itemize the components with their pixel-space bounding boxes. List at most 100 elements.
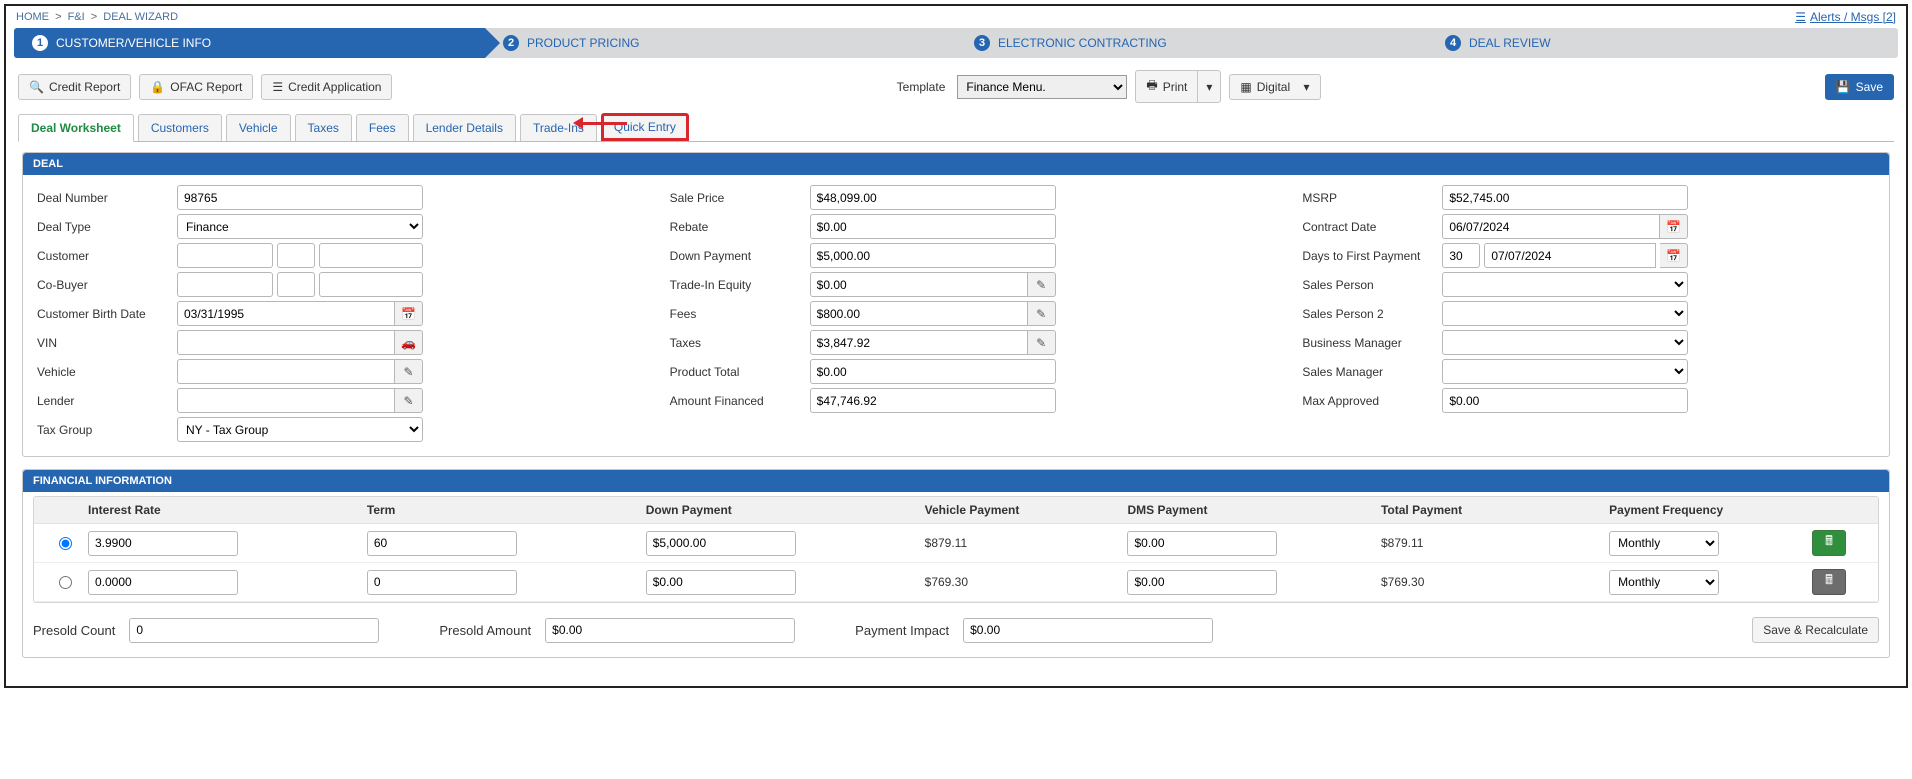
taxes-input[interactable] [810, 330, 1028, 355]
deal-type-select[interactable]: Finance [177, 214, 423, 239]
breadcrumb: HOME > F&I > DEAL WIZARD [16, 11, 178, 23]
wizard-step-3[interactable]: 3ELECTRONIC CONTRACTING [956, 28, 1427, 58]
customer-last-input[interactable] [319, 243, 423, 268]
term-input-0[interactable] [367, 531, 517, 556]
dms-input-1[interactable] [1127, 570, 1277, 595]
calendar-icon[interactable]: 📅 [1660, 243, 1688, 268]
rebate-input[interactable] [810, 214, 1056, 239]
tab-taxes[interactable]: Taxes [295, 114, 352, 141]
label-sales-person2: Sales Person 2 [1302, 307, 1442, 321]
print-icon: 🖶 [1146, 76, 1157, 97]
sales-manager-select[interactable] [1442, 359, 1688, 384]
col-freq: Payment Frequency [1609, 503, 1812, 517]
trade-in-input[interactable] [810, 272, 1028, 297]
fin-row-radio-1[interactable] [59, 576, 72, 589]
alerts-link[interactable]: ☰Alerts / Msgs [2] [1795, 10, 1896, 24]
vin-input[interactable] [177, 330, 395, 355]
chevron-down-icon: ▾ [1303, 80, 1309, 94]
document-icon: ☰ [272, 80, 283, 94]
label-sales-person: Sales Person [1302, 278, 1442, 292]
sale-price-input[interactable] [810, 185, 1056, 210]
rate-input-1[interactable] [88, 570, 238, 595]
cobuyer-mi-input[interactable] [277, 272, 315, 297]
calc-button-0[interactable]: 🖩 [1812, 530, 1846, 556]
label-amount-financed: Amount Financed [670, 394, 810, 408]
vehicle-input[interactable] [177, 359, 395, 384]
deal-number-input[interactable] [177, 185, 423, 210]
fees-input[interactable] [810, 301, 1028, 326]
down-input-1[interactable] [646, 570, 796, 595]
down-input-0[interactable] [646, 531, 796, 556]
calendar-icon[interactable]: 📅 [395, 301, 423, 326]
print-button[interactable]: 🖶Print [1135, 70, 1197, 103]
save-button[interactable]: 💾Save [1825, 74, 1894, 100]
col-down: Down Payment [646, 503, 925, 517]
customer-first-input[interactable] [177, 243, 273, 268]
days-input[interactable] [1442, 243, 1480, 268]
label-sale-price: Sale Price [670, 191, 810, 205]
save-recalculate-button[interactable]: Save & Recalculate [1752, 617, 1879, 643]
wizard-step-1[interactable]: 1CUSTOMER/VEHICLE INFO [14, 28, 485, 58]
sales-person-select[interactable] [1442, 272, 1688, 297]
label-tax-group: Tax Group [37, 423, 177, 437]
max-approved-input[interactable] [1442, 388, 1688, 413]
amount-financed-input[interactable] [810, 388, 1056, 413]
fin-row-radio-0[interactable] [59, 537, 72, 550]
col-veh: Vehicle Payment [925, 503, 1128, 517]
rate-input-0[interactable] [88, 531, 238, 556]
print-dropdown[interactable]: ▾ [1197, 70, 1221, 103]
pencil-icon[interactable]: ✎ [1028, 301, 1056, 326]
label-lender: Lender [37, 394, 177, 408]
pencil-icon[interactable]: ✎ [1028, 330, 1056, 355]
down-payment-input[interactable] [810, 243, 1056, 268]
cobuyer-first-input[interactable] [177, 272, 273, 297]
product-total-input[interactable] [810, 359, 1056, 384]
credit-application-button[interactable]: ☰Credit Application [261, 74, 392, 100]
car-icon[interactable]: 🚗 [395, 330, 423, 355]
label-birth: Customer Birth Date [37, 307, 177, 321]
wizard-step-2[interactable]: 2PRODUCT PRICING [485, 28, 956, 58]
template-select[interactable]: Finance Menu. [957, 75, 1127, 99]
crumb-current: DEAL WIZARD [103, 11, 178, 23]
veh-payment-1: $769.30 [925, 575, 1128, 589]
dms-input-0[interactable] [1127, 531, 1277, 556]
first-payment-date-input[interactable] [1484, 243, 1656, 268]
birth-date-input[interactable] [177, 301, 395, 326]
calendar-icon[interactable]: 📅 [1660, 214, 1688, 239]
credit-report-button[interactable]: 🔍Credit Report [18, 74, 131, 100]
presold-count-input[interactable] [129, 618, 379, 643]
contract-date-input[interactable] [1442, 214, 1660, 239]
freq-select-1[interactable]: Monthly [1609, 570, 1719, 595]
business-manager-select[interactable] [1442, 330, 1688, 355]
pencil-icon[interactable]: ✎ [395, 388, 423, 413]
freq-select-0[interactable]: Monthly [1609, 531, 1719, 556]
tax-group-select[interactable]: NY - Tax Group [177, 417, 423, 442]
label-fees: Fees [670, 307, 810, 321]
tab-deal-worksheet[interactable]: Deal Worksheet [18, 114, 134, 142]
pencil-icon[interactable]: ✎ [395, 359, 423, 384]
msrp-input[interactable] [1442, 185, 1688, 210]
crumb-home[interactable]: HOME [16, 11, 49, 23]
tab-lender-details[interactable]: Lender Details [413, 114, 516, 141]
presold-amount-input[interactable] [545, 618, 795, 643]
label-contract-date: Contract Date [1302, 220, 1442, 234]
customer-mi-input[interactable] [277, 243, 315, 268]
ofac-report-button[interactable]: 🔒OFAC Report [139, 74, 253, 100]
label-rebate: Rebate [670, 220, 810, 234]
tab-vehicle[interactable]: Vehicle [226, 114, 291, 141]
calc-button-1[interactable]: 🖩 [1812, 569, 1846, 595]
term-input-1[interactable] [367, 570, 517, 595]
payment-impact-input[interactable] [963, 618, 1213, 643]
col-rate: Interest Rate [88, 503, 367, 517]
pencil-icon[interactable]: ✎ [1028, 272, 1056, 297]
tab-fees[interactable]: Fees [356, 114, 409, 141]
wizard-step-4[interactable]: 4DEAL REVIEW [1427, 28, 1898, 58]
lender-input[interactable] [177, 388, 395, 413]
crumb-fi[interactable]: F&I [68, 11, 85, 23]
tab-customers[interactable]: Customers [138, 114, 222, 141]
annotation-arrow [573, 117, 627, 129]
grid-icon: ▦ [1240, 80, 1251, 94]
digital-button[interactable]: ▦Digital ▾ [1229, 74, 1320, 100]
cobuyer-last-input[interactable] [319, 272, 423, 297]
sales-person2-select[interactable] [1442, 301, 1688, 326]
